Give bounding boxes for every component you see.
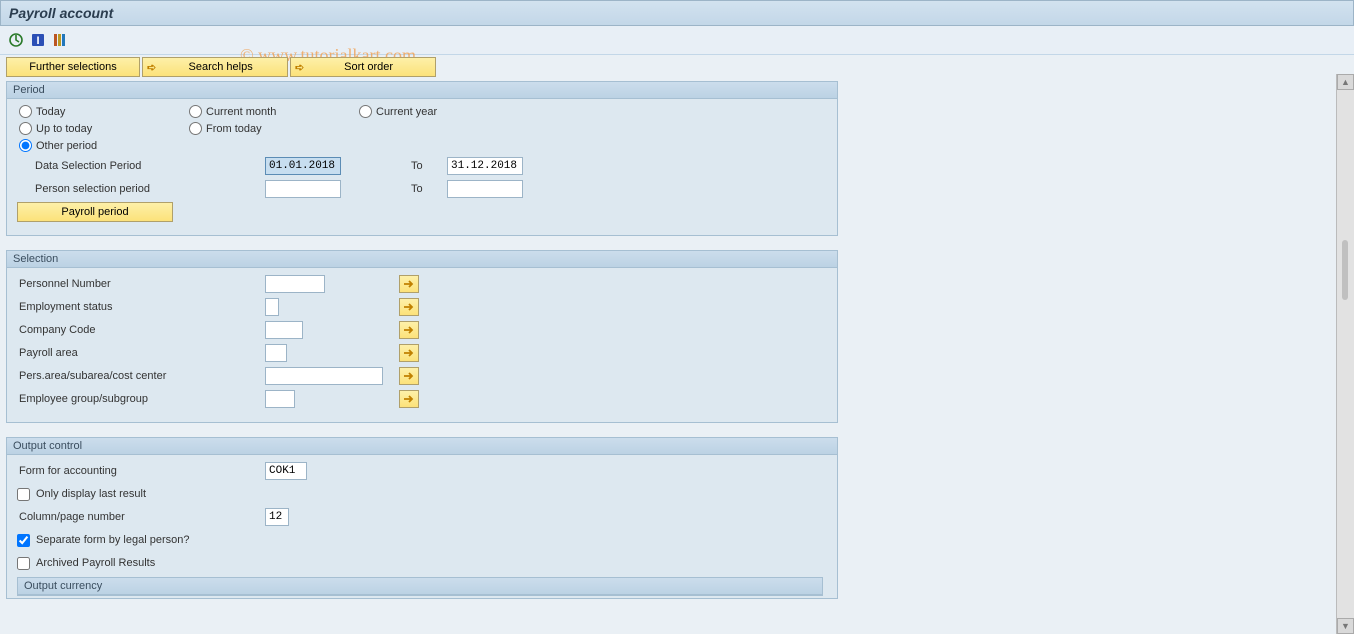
scroll-up-icon[interactable]: ▲ <box>1337 74 1354 90</box>
sort-order-button[interactable]: ➪Sort order <box>290 57 436 77</box>
page-title-bar: Payroll account <box>0 0 1354 26</box>
scroll-down-icon[interactable]: ▼ <box>1337 618 1354 634</box>
checkbox-archived-payroll[interactable] <box>17 557 30 570</box>
label-pers-area: Pers.area/subarea/cost center <box>17 370 265 382</box>
input-person-sel-to[interactable] <box>447 180 523 198</box>
selection-groupbox-title: Selection <box>7 251 837 268</box>
output-currency-title: Output currency <box>18 578 822 595</box>
content-area: Further selections ➪Search helps ➪Sort o… <box>0 55 1354 601</box>
layout-icon[interactable] <box>52 32 68 48</box>
multi-select-employee-group[interactable] <box>399 390 419 408</box>
radio-up-to-today[interactable] <box>19 122 32 135</box>
input-personnel-number[interactable] <box>265 275 325 293</box>
label-separate-form: Separate form by legal person? <box>36 534 189 546</box>
page-title: Payroll account <box>9 5 113 21</box>
multi-select-pers-area[interactable] <box>399 367 419 385</box>
multi-select-payroll-area[interactable] <box>399 344 419 362</box>
input-company-code[interactable] <box>265 321 303 339</box>
info-icon[interactable]: I <box>30 32 46 48</box>
input-employment-status[interactable] <box>265 298 279 316</box>
selection-button-row: Further selections ➪Search helps ➪Sort o… <box>6 57 1348 77</box>
arrow-right-icon: ➪ <box>295 61 304 74</box>
label-only-display-last: Only display last result <box>36 488 146 500</box>
label-to-2: To <box>411 183 447 195</box>
radio-other-period[interactable] <box>19 139 32 152</box>
label-employment-status: Employment status <box>17 301 265 313</box>
period-groupbox: Period Today Current month Current year … <box>6 81 838 236</box>
search-helps-button[interactable]: ➪Search helps <box>142 57 288 77</box>
radio-current-month[interactable] <box>189 105 202 118</box>
payroll-period-button[interactable]: Payroll period <box>17 202 173 222</box>
output-currency-groupbox: Output currency <box>17 577 823 596</box>
label-up-to-today: Up to today <box>36 123 92 135</box>
label-person-selection-period: Person selection period <box>17 183 265 195</box>
label-other-period: Other period <box>36 140 97 152</box>
checkbox-separate-form[interactable] <box>17 534 30 547</box>
label-data-selection-period: Data Selection Period <box>17 160 265 172</box>
label-personnel-number: Personnel Number <box>17 278 265 290</box>
input-form-for-accounting[interactable] <box>265 462 307 480</box>
label-column-page-number: Column/page number <box>17 511 265 523</box>
input-person-sel-from[interactable] <box>265 180 341 198</box>
input-column-page-number[interactable] <box>265 508 289 526</box>
input-employee-group[interactable] <box>265 390 295 408</box>
output-control-groupbox: Output control Form for accounting Only … <box>6 437 838 599</box>
checkbox-only-display-last[interactable] <box>17 488 30 501</box>
input-payroll-area[interactable] <box>265 344 287 362</box>
label-current-year: Current year <box>376 106 437 118</box>
label-employee-group: Employee group/subgroup <box>17 393 265 405</box>
multi-select-company-code[interactable] <box>399 321 419 339</box>
label-archived-payroll: Archived Payroll Results <box>36 557 155 569</box>
input-pers-area[interactable] <box>265 367 383 385</box>
label-form-for-accounting: Form for accounting <box>17 465 265 477</box>
label-company-code: Company Code <box>17 324 265 336</box>
input-data-sel-to[interactable] <box>447 157 523 175</box>
label-payroll-area: Payroll area <box>17 347 265 359</box>
execute-icon[interactable] <box>8 32 24 48</box>
radio-current-year[interactable] <box>359 105 372 118</box>
svg-text:I: I <box>36 35 39 47</box>
label-from-today: From today <box>206 123 262 135</box>
further-selections-button[interactable]: Further selections <box>6 57 140 77</box>
multi-select-personnel-number[interactable] <box>399 275 419 293</box>
arrow-right-icon: ➪ <box>147 61 156 74</box>
output-control-title: Output control <box>7 438 837 455</box>
input-data-sel-from[interactable] <box>265 157 341 175</box>
multi-select-employment-status[interactable] <box>399 298 419 316</box>
scrollbar-vertical[interactable]: ▲ ▼ <box>1336 74 1354 634</box>
label-current-month: Current month <box>206 106 276 118</box>
label-today: Today <box>36 106 65 118</box>
selection-groupbox: Selection Personnel Number Employment st… <box>6 250 838 423</box>
period-groupbox-title: Period <box>7 82 837 99</box>
scroll-grip[interactable] <box>1342 240 1348 300</box>
radio-from-today[interactable] <box>189 122 202 135</box>
label-to-1: To <box>411 160 447 172</box>
radio-today[interactable] <box>19 105 32 118</box>
toolbar: I <box>0 26 1354 55</box>
